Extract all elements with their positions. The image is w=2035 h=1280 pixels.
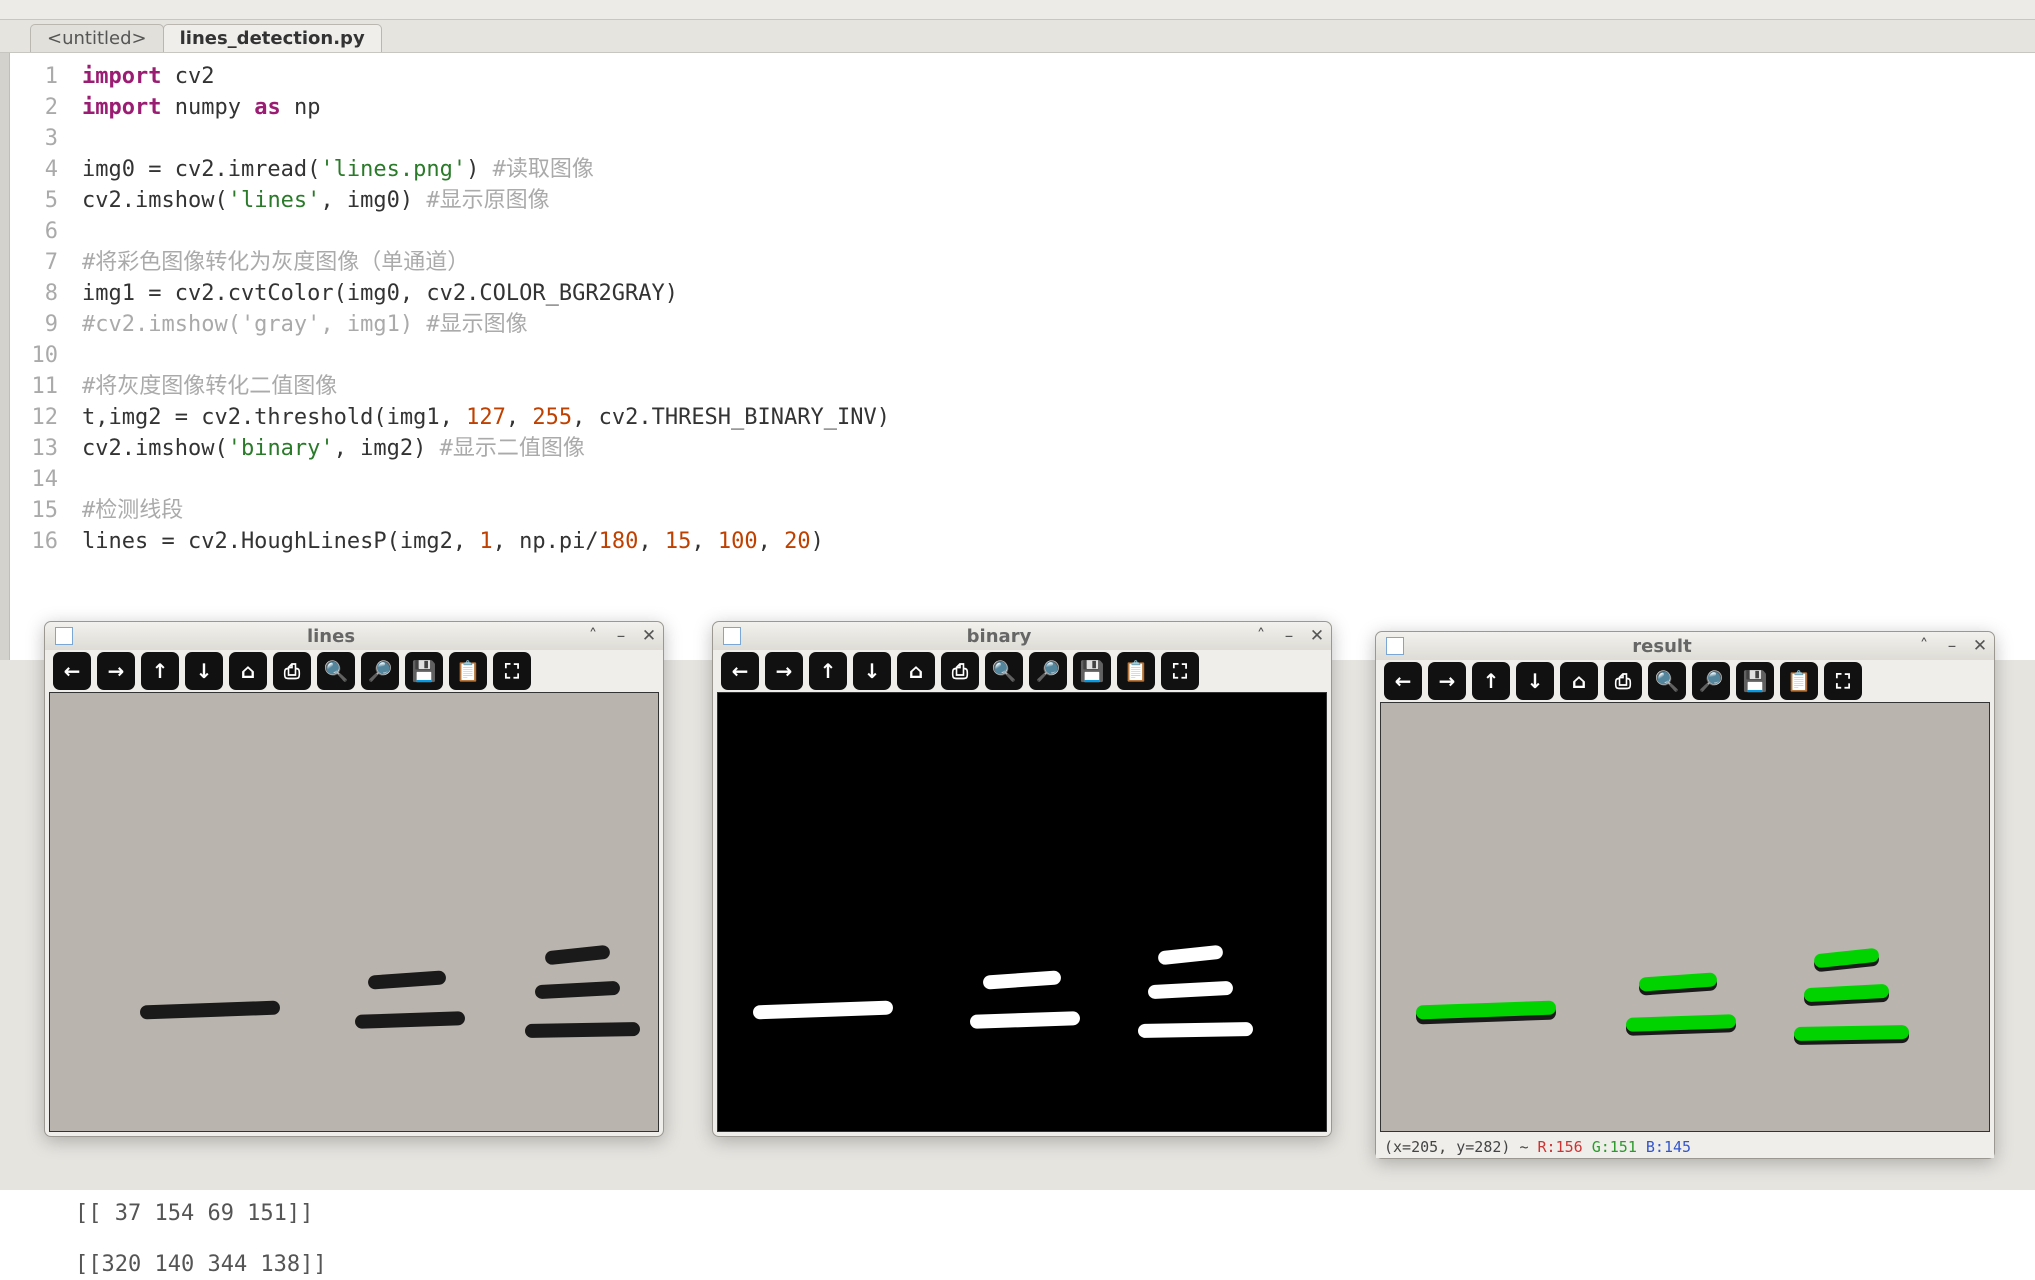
opencv-window-result[interactable]: result ˄ – ✕ ← → ↑ ↓ ⌂ ⎙ 🔍 🔎 💾 📋 ⛶ (x=20… — [1375, 631, 1995, 1159]
window-title: result — [1414, 636, 1910, 657]
app-icon — [723, 627, 741, 645]
pixel-g: G:151 — [1592, 1138, 1637, 1156]
window-title: binary — [751, 626, 1247, 647]
image-canvas-binary — [717, 692, 1327, 1132]
cv-toolbar: ← → ↑ ↓ ⌂ ⎙ 🔍 🔎 💾 📋 ⛶ — [713, 650, 1331, 692]
window-title: lines — [83, 626, 579, 647]
forward-icon[interactable]: → — [97, 652, 135, 690]
clipboard-icon[interactable]: 📋 — [1780, 662, 1818, 700]
back-icon[interactable]: ← — [721, 652, 759, 690]
back-icon[interactable]: ← — [53, 652, 91, 690]
zoom-in-icon[interactable]: 🔍 — [1648, 662, 1686, 700]
image-icon[interactable]: ⎙ — [273, 652, 311, 690]
down-icon[interactable]: ↓ — [853, 652, 891, 690]
clipboard-icon[interactable]: 📋 — [449, 652, 487, 690]
output-row: [[320 140 344 138]] — [75, 1249, 2035, 1280]
home-icon[interactable]: ⌂ — [1560, 662, 1598, 700]
down-icon[interactable]: ↓ — [185, 652, 223, 690]
image-canvas-result — [1380, 702, 1990, 1132]
window-minimize-button[interactable]: – — [1942, 636, 1962, 656]
app-icon — [1386, 637, 1404, 655]
editor-tabs: <untitled> lines_detection.py — [0, 20, 2035, 52]
up-icon[interactable]: ↑ — [141, 652, 179, 690]
window-rollup-button[interactable]: ˄ — [583, 626, 603, 646]
save-icon[interactable]: 💾 — [1073, 652, 1111, 690]
zoom-out-icon[interactable]: 🔎 — [1029, 652, 1067, 690]
home-icon[interactable]: ⌂ — [897, 652, 935, 690]
image-canvas-lines — [49, 692, 659, 1132]
image-icon[interactable]: ⎙ — [941, 652, 979, 690]
properties-icon[interactable]: ⛶ — [1161, 652, 1199, 690]
forward-icon[interactable]: → — [1428, 662, 1466, 700]
tab-lines-detection[interactable]: lines_detection.py — [163, 24, 382, 52]
pixel-inspector-status: (x=205, y=282) ~ R:156 G:151 B:145 — [1376, 1136, 1994, 1158]
window-titlebar[interactable]: binary ˄ – ✕ — [713, 622, 1331, 650]
zoom-out-icon[interactable]: 🔎 — [1692, 662, 1730, 700]
up-icon[interactable]: ↑ — [1472, 662, 1510, 700]
window-close-button[interactable]: ✕ — [1970, 636, 1990, 656]
back-icon[interactable]: ← — [1384, 662, 1422, 700]
opencv-window-lines[interactable]: lines ˄ – ✕ ← → ↑ ↓ ⌂ ⎙ 🔍 🔎 💾 📋 ⛶ — [44, 621, 664, 1137]
opencv-window-binary[interactable]: binary ˄ – ✕ ← → ↑ ↓ ⌂ ⎙ 🔍 🔎 💾 📋 ⛶ — [712, 621, 1332, 1137]
zoom-out-icon[interactable]: 🔎 — [361, 652, 399, 690]
window-minimize-button[interactable]: – — [1279, 626, 1299, 646]
pixel-r: R:156 — [1538, 1138, 1583, 1156]
clipboard-icon[interactable]: 📋 — [1117, 652, 1155, 690]
zoom-in-icon[interactable]: 🔍 — [985, 652, 1023, 690]
properties-icon[interactable]: ⛶ — [1824, 662, 1862, 700]
window-close-button[interactable]: ✕ — [639, 626, 659, 646]
properties-icon[interactable]: ⛶ — [493, 652, 531, 690]
window-rollup-button[interactable]: ˄ — [1251, 626, 1271, 646]
save-icon[interactable]: 💾 — [405, 652, 443, 690]
save-icon[interactable]: 💾 — [1736, 662, 1774, 700]
cursor-coords: (x=205, y=282) ~ — [1384, 1138, 1538, 1156]
app-toolbar-strip — [0, 0, 2035, 20]
window-minimize-button[interactable]: – — [611, 626, 631, 646]
pixel-b: B:145 — [1646, 1138, 1691, 1156]
window-close-button[interactable]: ✕ — [1307, 626, 1327, 646]
window-rollup-button[interactable]: ˄ — [1914, 636, 1934, 656]
code-editor[interactable]: 123 456 789 101112 131415 16 import cv2 … — [0, 52, 2035, 660]
down-icon[interactable]: ↓ — [1516, 662, 1554, 700]
console-output: [[ 37 154 69 151]] [[320 140 344 138]] — [0, 1190, 2035, 1280]
up-icon[interactable]: ↑ — [809, 652, 847, 690]
image-icon[interactable]: ⎙ — [1604, 662, 1642, 700]
cv-toolbar: ← → ↑ ↓ ⌂ ⎙ 🔍 🔎 💾 📋 ⛶ — [1376, 660, 1994, 702]
zoom-in-icon[interactable]: 🔍 — [317, 652, 355, 690]
forward-icon[interactable]: → — [765, 652, 803, 690]
tab-untitled[interactable]: <untitled> — [30, 24, 164, 52]
output-row: [[ 37 154 69 151]] — [75, 1198, 2035, 1229]
editor-fold-margin — [0, 53, 10, 660]
home-icon[interactable]: ⌂ — [229, 652, 267, 690]
code-area[interactable]: import cv2 import numpy as np img0 = cv2… — [70, 53, 2035, 660]
window-titlebar[interactable]: lines ˄ – ✕ — [45, 622, 663, 650]
window-titlebar[interactable]: result ˄ – ✕ — [1376, 632, 1994, 660]
line-number-gutter: 123 456 789 101112 131415 16 — [10, 53, 70, 660]
app-icon — [55, 627, 73, 645]
cv-toolbar: ← → ↑ ↓ ⌂ ⎙ 🔍 🔎 💾 📋 ⛶ — [45, 650, 663, 692]
